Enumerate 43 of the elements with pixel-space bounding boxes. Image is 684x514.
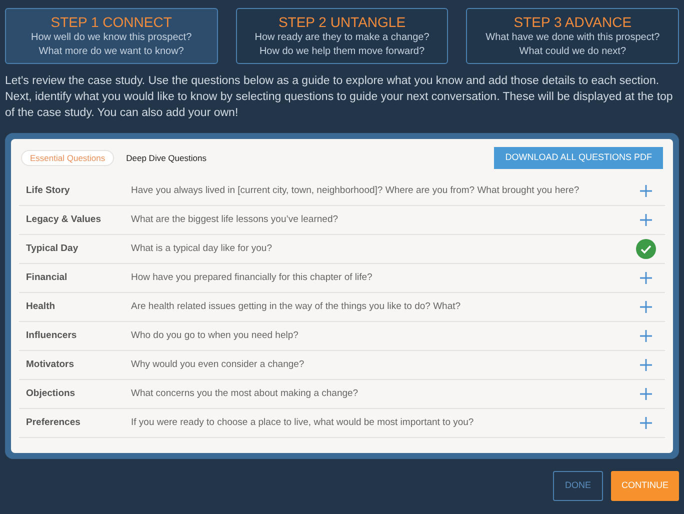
topic-label: Typical Day [26, 242, 80, 256]
step-question: What more do we want to know? [38, 45, 184, 59]
download-button[interactable]: DOWNLOAD ALL QUESTIONS PDF [494, 147, 663, 169]
step-title: STEP 1 CONNECT [50, 13, 172, 31]
step-question: How do we help them move forward? [259, 45, 425, 59]
plus-icon[interactable] [640, 272, 652, 284]
question-text: Why would you even consider a change? [131, 358, 306, 372]
done-button[interactable]: DONE [553, 471, 603, 501]
step-card[interactable]: STEP 1 CONNECT How well do we know this prospect? What more do we want to know? [5, 8, 218, 64]
question-tab[interactable]: Deep Dive Questions [118, 150, 214, 166]
question-text: Are health related issues getting in the way of the things you like to do? What? [131, 300, 462, 314]
question-text: Who do you go to when you need help? [131, 328, 300, 343]
topic-label: Motivators [26, 358, 76, 372]
question-text: What is a typical day like for you? [131, 242, 273, 256]
question-text: How have you prepared financially for this chapter of life? [131, 270, 374, 285]
topic-label: Legacy & Values [26, 212, 102, 227]
question-text: Have you always lived in [current city, town, neighborhood]? Where are you from? What brought you here? [131, 184, 580, 198]
step-card[interactable]: STEP 2 UNTANGLE How ready are they to make a change? How do we help them move forward? [236, 8, 448, 64]
question-text: What concerns you the most about making a change? [131, 386, 360, 401]
plus-icon[interactable] [640, 359, 652, 371]
topic-label: Preferences [26, 416, 82, 430]
plus-icon[interactable] [640, 330, 652, 342]
plus-icon[interactable] [640, 301, 652, 313]
plus-icon[interactable] [640, 185, 652, 197]
checkmark-icon[interactable] [636, 239, 656, 259]
topic-label: Objections [26, 386, 76, 401]
step-question: What have we done with this prospect? [486, 31, 660, 45]
intro-text: Let's review the case study. Use the questions below as a guide to explore what you know and add those details to each section. Next, identify what you would like to know by selecting questions to guide your next conversation. These will be displayed at the top of the case study. You can also add your own! [5, 74, 674, 121]
plus-icon[interactable] [640, 388, 652, 400]
question-text: What are the biggest life lessons you’ve learned? [131, 212, 340, 227]
topic-label: Health [26, 300, 56, 314]
question-text: If you were ready to choose a place to live, what would be most important to you? [131, 416, 475, 430]
step-title: STEP 2 UNTANGLE [278, 13, 406, 31]
topic-label: Financial [26, 270, 68, 285]
plus-icon[interactable] [640, 417, 652, 429]
topic-label: Life Story [26, 184, 71, 198]
plus-icon[interactable] [640, 214, 652, 226]
topic-label: Influencers [26, 328, 78, 343]
step-question: How well do we know this prospect? [31, 31, 192, 45]
step-title: STEP 3 ADVANCE [514, 13, 632, 31]
step-question: What could we do next? [519, 45, 626, 59]
step-question: How ready are they to make a change? [254, 31, 430, 45]
step-card[interactable]: STEP 3 ADVANCE What have we done with this prospect? What could we do next? [466, 8, 679, 64]
